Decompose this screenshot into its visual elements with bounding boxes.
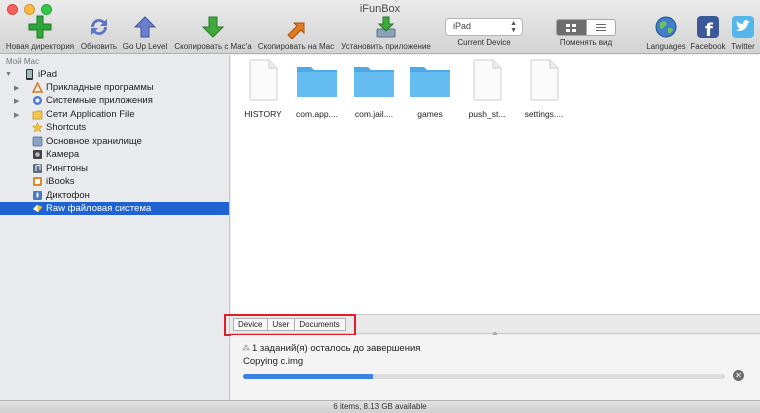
file-item-com-jail[interactable]: com.jail.... — [342, 59, 406, 119]
current-device-label: Current Device — [457, 38, 511, 47]
view-mode-toggle[interactable] — [556, 19, 616, 36]
sidebar: Мой Mac ▼ iPad ▶ Прикладные программы ▶ … — [0, 55, 230, 400]
document-icon — [249, 59, 278, 101]
arrow-up-icon — [132, 14, 158, 40]
refresh-icon — [86, 14, 112, 40]
dictaphone-icon — [32, 190, 43, 201]
facebook-button[interactable]: f Facebook — [688, 14, 728, 52]
disclosure-closed-icon[interactable]: ▶ — [14, 111, 19, 119]
sidebar-item-shortcuts[interactable]: Shortcuts — [0, 121, 229, 134]
app-file-icon — [32, 109, 43, 120]
twitter-button[interactable]: Twitter — [728, 14, 758, 52]
grid-icon — [566, 23, 577, 32]
document-icon — [530, 59, 559, 101]
document-icon — [473, 59, 502, 101]
icon-view-button[interactable] — [557, 20, 586, 35]
sidebar-item-ipad[interactable]: ▼ iPad — [0, 68, 229, 81]
file-item-com-app[interactable]: com.app.... — [285, 59, 349, 119]
install-icon — [373, 14, 399, 40]
storage-icon — [32, 136, 43, 147]
disclosure-open-icon[interactable]: ▼ — [5, 71, 12, 78]
new-folder-button[interactable]: Новая директория — [4, 14, 76, 52]
raw-fs-icon — [32, 203, 43, 214]
folder-icon — [297, 67, 337, 97]
sidebar-item-app-file[interactable]: ▶ Сети Application File — [0, 108, 229, 121]
ipad-icon — [24, 69, 35, 80]
file-item-push-st[interactable]: push_st... — [455, 59, 519, 119]
sidebar-item-storage[interactable]: Основное хранилище — [0, 135, 229, 148]
current-device-select[interactable]: iPad ▲ ▼ — [445, 18, 523, 36]
refresh-button[interactable]: Обновить — [78, 14, 120, 52]
sidebar-item-dictaphone[interactable]: Диктофон — [0, 189, 229, 202]
plus-icon — [27, 14, 53, 40]
star-icon — [31, 121, 44, 133]
languages-button[interactable]: Languages — [645, 14, 687, 52]
sidebar-item-ringtones[interactable]: Рингтоны — [0, 162, 229, 175]
disclosure-closed-icon[interactable]: ▶ — [14, 84, 19, 92]
install-app-button[interactable]: Установить приложение — [339, 14, 433, 52]
sidebar-item-system-apps[interactable]: ▶ Системные приложения — [0, 94, 229, 107]
app-store-icon — [31, 81, 44, 93]
go-up-level-button[interactable]: Go Up Level — [122, 14, 168, 52]
progress-bar — [243, 374, 725, 379]
task-current-file: Copying c.img — [243, 356, 304, 367]
sidebar-item-apps[interactable]: ▶ Прикладные программы — [0, 81, 229, 94]
ibooks-icon — [32, 176, 43, 187]
camera-icon — [32, 149, 43, 160]
file-browser: HISTORY com.app.... com.jail.... games p… — [231, 55, 760, 315]
copy-to-mac-button[interactable]: Скопировать на Mac — [256, 14, 336, 52]
twitter-icon — [730, 14, 756, 40]
arrow-up-right-icon — [283, 14, 309, 40]
spinner-icon: ⁂ — [242, 344, 250, 353]
progress-fill — [243, 374, 374, 379]
cancel-task-button[interactable]: ✕ — [733, 370, 744, 381]
sidebar-item-camera[interactable]: Камера — [0, 148, 229, 161]
arrow-down-icon — [200, 14, 226, 40]
change-view-label: Поменять вид — [559, 38, 613, 47]
task-status: ⁂ 1 заданий(я) осталось до завершения — [242, 343, 421, 354]
chevron-up-down-icon: ▲ ▼ — [510, 20, 517, 34]
sidebar-item-ibooks[interactable]: iBooks — [0, 175, 229, 188]
folder-icon — [410, 67, 450, 97]
sidebar-header: Мой Mac — [6, 57, 40, 66]
folder-icon — [354, 67, 394, 97]
copy-from-mac-button[interactable]: Скопировать с Mac'а — [171, 14, 255, 52]
svg-text:f: f — [705, 20, 713, 39]
status-bar: 6 items, 8.13 GB available — [0, 400, 760, 413]
system-apps-icon — [32, 95, 43, 106]
globe-icon — [653, 14, 679, 40]
disclosure-closed-icon[interactable]: ▶ — [14, 97, 19, 105]
file-item-games[interactable]: games — [398, 59, 462, 119]
list-view-button[interactable] — [585, 20, 615, 35]
file-item-settings[interactable]: settings.... — [512, 59, 576, 119]
ringtone-icon — [32, 163, 43, 174]
highlight-box — [224, 314, 356, 336]
list-icon — [595, 23, 606, 31]
sidebar-item-raw-filesystem[interactable]: Raw файловая система — [0, 202, 229, 215]
facebook-icon: f — [695, 14, 721, 40]
